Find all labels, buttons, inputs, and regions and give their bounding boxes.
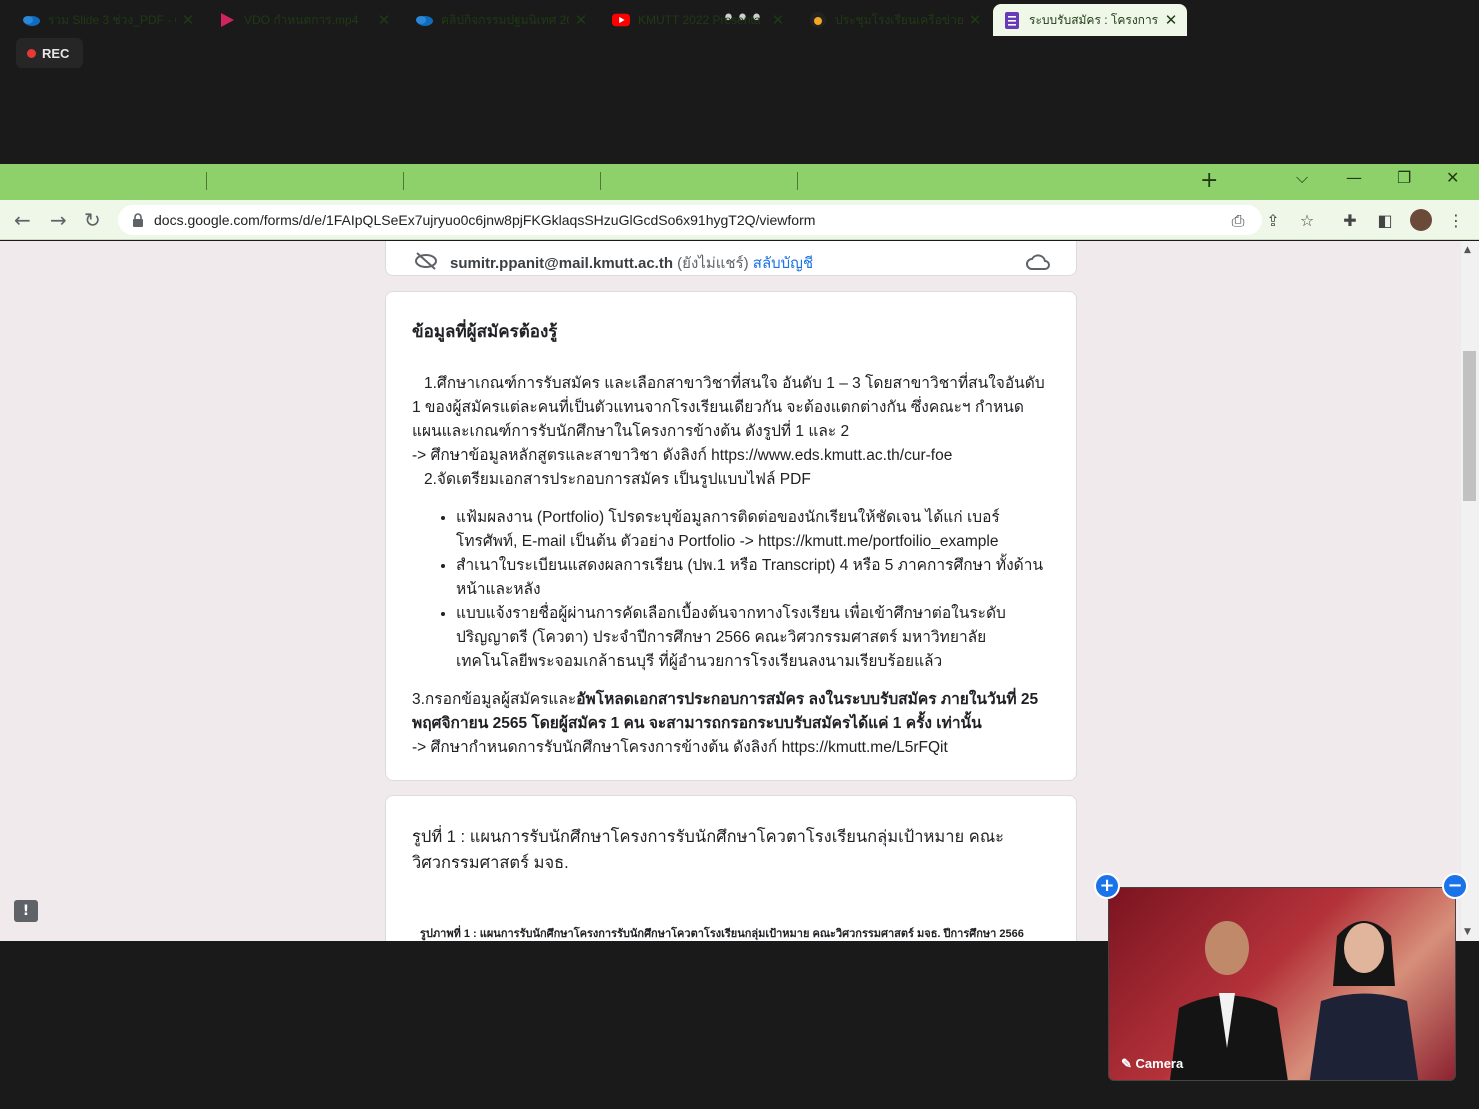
- tab-title: ระบบรับสมัคร : โครงการรั: [1029, 12, 1159, 27]
- tab-title: VDO กำหนดการ.mp4: [244, 12, 359, 27]
- translate-icon[interactable]: ⎙: [1229, 211, 1247, 230]
- info-step-3: 3.กรอกข้อมูลผู้สมัครและอัพโหลดเอกสารประก…: [412, 688, 1050, 736]
- rec-dot-icon: [27, 48, 36, 58]
- close-tab-icon[interactable]: ✕: [573, 11, 589, 29]
- tab-divider: [600, 172, 601, 190]
- info-heading: ข้อมูลที่ผู้สมัครต้องรู้: [412, 322, 558, 341]
- reload-icon[interactable]: ↻: [84, 208, 101, 232]
- info-step-1-link: -> ศึกษาข้อมูลหลักสูตรและสาขาวิชา ดังลิง…: [412, 447, 953, 464]
- back-icon[interactable]: ←: [14, 208, 31, 232]
- form-page: sumitr.ppanit@mail.kmutt.ac.th (ยังไม่แช…: [0, 241, 1479, 941]
- list-item: แฟ้มผลงาน (Portfolio) โปรดระบุข้อมูลการต…: [456, 506, 1050, 554]
- info-step-2: 2.จัดเตรียมเอกสารประกอบการสมัคร เป็นรูปแ…: [424, 471, 811, 488]
- document-list: แฟ้มผลงาน (Portfolio) โปรดระบุข้อมูลการต…: [456, 506, 1050, 674]
- youtube-icon: [612, 12, 630, 28]
- account-email: sumitr.ppanit@mail.kmutt.ac.th: [450, 255, 673, 272]
- onedrive-icon: [415, 12, 433, 28]
- tab-divider: [403, 172, 404, 190]
- scroll-down-arrow-icon[interactable]: ▼: [1464, 927, 1471, 937]
- rec-indicator: REC: [16, 38, 83, 68]
- rec-label: REC: [42, 45, 70, 61]
- new-tab-icon[interactable]: +: [1200, 168, 1218, 193]
- tab-title: รวม Slide 3 ช่วง_PDF - C: [48, 12, 176, 27]
- tab-forms-active[interactable]: ระบบรับสมัคร : โครงการรั ✕: [993, 4, 1187, 36]
- forward-icon[interactable]: →: [50, 208, 67, 232]
- extensions-icon[interactable]: ✚: [1341, 211, 1359, 230]
- scrollbar-thumb[interactable]: [1463, 351, 1476, 501]
- account-line: sumitr.ppanit@mail.kmutt.ac.th (ยังไม่แช…: [450, 251, 813, 275]
- url-text: docs.google.com/forms/d/e/1FAIpQLSeEx7uj…: [154, 212, 816, 228]
- side-panel-icon[interactable]: ◧: [1376, 211, 1394, 230]
- figure-caption: รูปภาพที่ 1 : แผนการรับนักศึกษาโครงการรั…: [420, 928, 1024, 940]
- google-forms-icon: [1003, 11, 1021, 29]
- close-window-icon[interactable]: ✕: [1446, 168, 1459, 187]
- close-tab-icon[interactable]: ✕: [180, 11, 196, 29]
- restore-icon[interactable]: ❐: [1397, 168, 1411, 187]
- camera-label-text: Camera: [1135, 1056, 1184, 1071]
- presenter-man: [1170, 921, 1288, 1080]
- presenter-woman: [1309, 921, 1419, 1080]
- camera-preview[interactable]: ✎ Camera: [1108, 887, 1456, 1081]
- tab-divider: [797, 172, 798, 190]
- tab-meeting[interactable]: ประชุมโรงเรียนเครือข่ายฯ ✕: [799, 4, 991, 36]
- feedback-icon[interactable]: !: [14, 900, 38, 922]
- close-tab-icon[interactable]: ✕: [770, 11, 786, 29]
- close-tab-icon[interactable]: ✕: [376, 11, 392, 29]
- address-bar[interactable]: docs.google.com/forms/d/e/1FAIpQLSeEx7uj…: [118, 205, 1262, 235]
- switch-account-link[interactable]: สลับบัญชี: [753, 255, 813, 272]
- school-logo-icon: [809, 12, 827, 28]
- tab-title: ประชุมโรงเรียนเครือข่ายฯ: [835, 12, 963, 27]
- share-icon[interactable]: ⇪: [1264, 211, 1282, 230]
- tab-divider: [206, 172, 207, 190]
- minimize-icon[interactable]: —: [1346, 168, 1362, 187]
- figure-title: รูปที่ 1 : แผนการรับนักศึกษาโครงการรับนั…: [412, 828, 1004, 872]
- scroll-up-arrow-icon[interactable]: ▲: [1464, 245, 1471, 255]
- camera-remove-button[interactable]: −: [1442, 873, 1468, 899]
- profile-avatar[interactable]: [1410, 209, 1432, 231]
- lock-icon: [133, 213, 143, 227]
- close-tab-icon[interactable]: ✕: [1163, 11, 1179, 29]
- account-card: sumitr.ppanit@mail.kmutt.ac.th (ยังไม่แช…: [385, 241, 1077, 276]
- info-card: ข้อมูลที่ผู้สมัครต้องรู้ 1.ศึกษาเกณฑ์การ…: [385, 291, 1077, 781]
- list-item: แบบแจ้งรายชื่อผู้ผ่านการคัดเลือกเบื้องต้…: [456, 602, 1050, 674]
- camera-label: ✎ Camera: [1121, 1056, 1184, 1071]
- cloud-icon: [1026, 254, 1050, 270]
- camera-add-button[interactable]: +: [1094, 873, 1120, 899]
- tab-search-chevron-icon[interactable]: ⌵: [1296, 168, 1308, 188]
- video-play-icon: [218, 12, 236, 28]
- onedrive-icon: [22, 12, 40, 28]
- bookmark-star-icon[interactable]: ☆: [1298, 211, 1316, 230]
- close-tab-icon[interactable]: ✕: [967, 11, 983, 29]
- info-step-1: 1.ศึกษาเกณฑ์การรับสมัคร และเลือกสาขาวิชา…: [412, 375, 1045, 440]
- tab-clip[interactable]: คลิปกิจกรรมปฐมนิเทศ 20 ✕: [405, 4, 597, 36]
- tab-slide-pdf[interactable]: รวม Slide 3 ช่วง_PDF - C ✕: [12, 4, 204, 36]
- tab-youtube[interactable]: KMUTT 2022 Presenta ✕: [602, 4, 794, 36]
- figure-card: รูปที่ 1 : แผนการรับนักศึกษาโครงการรับนั…: [385, 795, 1077, 941]
- tab-vdo[interactable]: VDO กำหนดการ.mp4 ✕: [208, 4, 400, 36]
- info-step-3-link: -> ศึกษากำหนดการรับนักศึกษาโครงการข้างต้…: [412, 739, 948, 756]
- scrollbar[interactable]: [1461, 241, 1479, 941]
- account-note: (ยังไม่แชร์): [677, 255, 749, 272]
- tab-title: KMUTT 2022 Presenta: [638, 13, 761, 27]
- list-item: สำเนาใบระเบียนแสดงผลการเรียน (ปพ.1 หรือ …: [456, 554, 1050, 602]
- info-step-3-start: 3.กรอกข้อมูลผู้สมัครและ: [412, 691, 577, 708]
- browser-tab-bar: [0, 164, 1479, 200]
- tab-title: คลิปกิจกรรมปฐมนิเทศ 20: [441, 12, 569, 27]
- eye-off-icon: [415, 252, 437, 270]
- menu-kebab-icon[interactable]: ⋮: [1447, 211, 1465, 230]
